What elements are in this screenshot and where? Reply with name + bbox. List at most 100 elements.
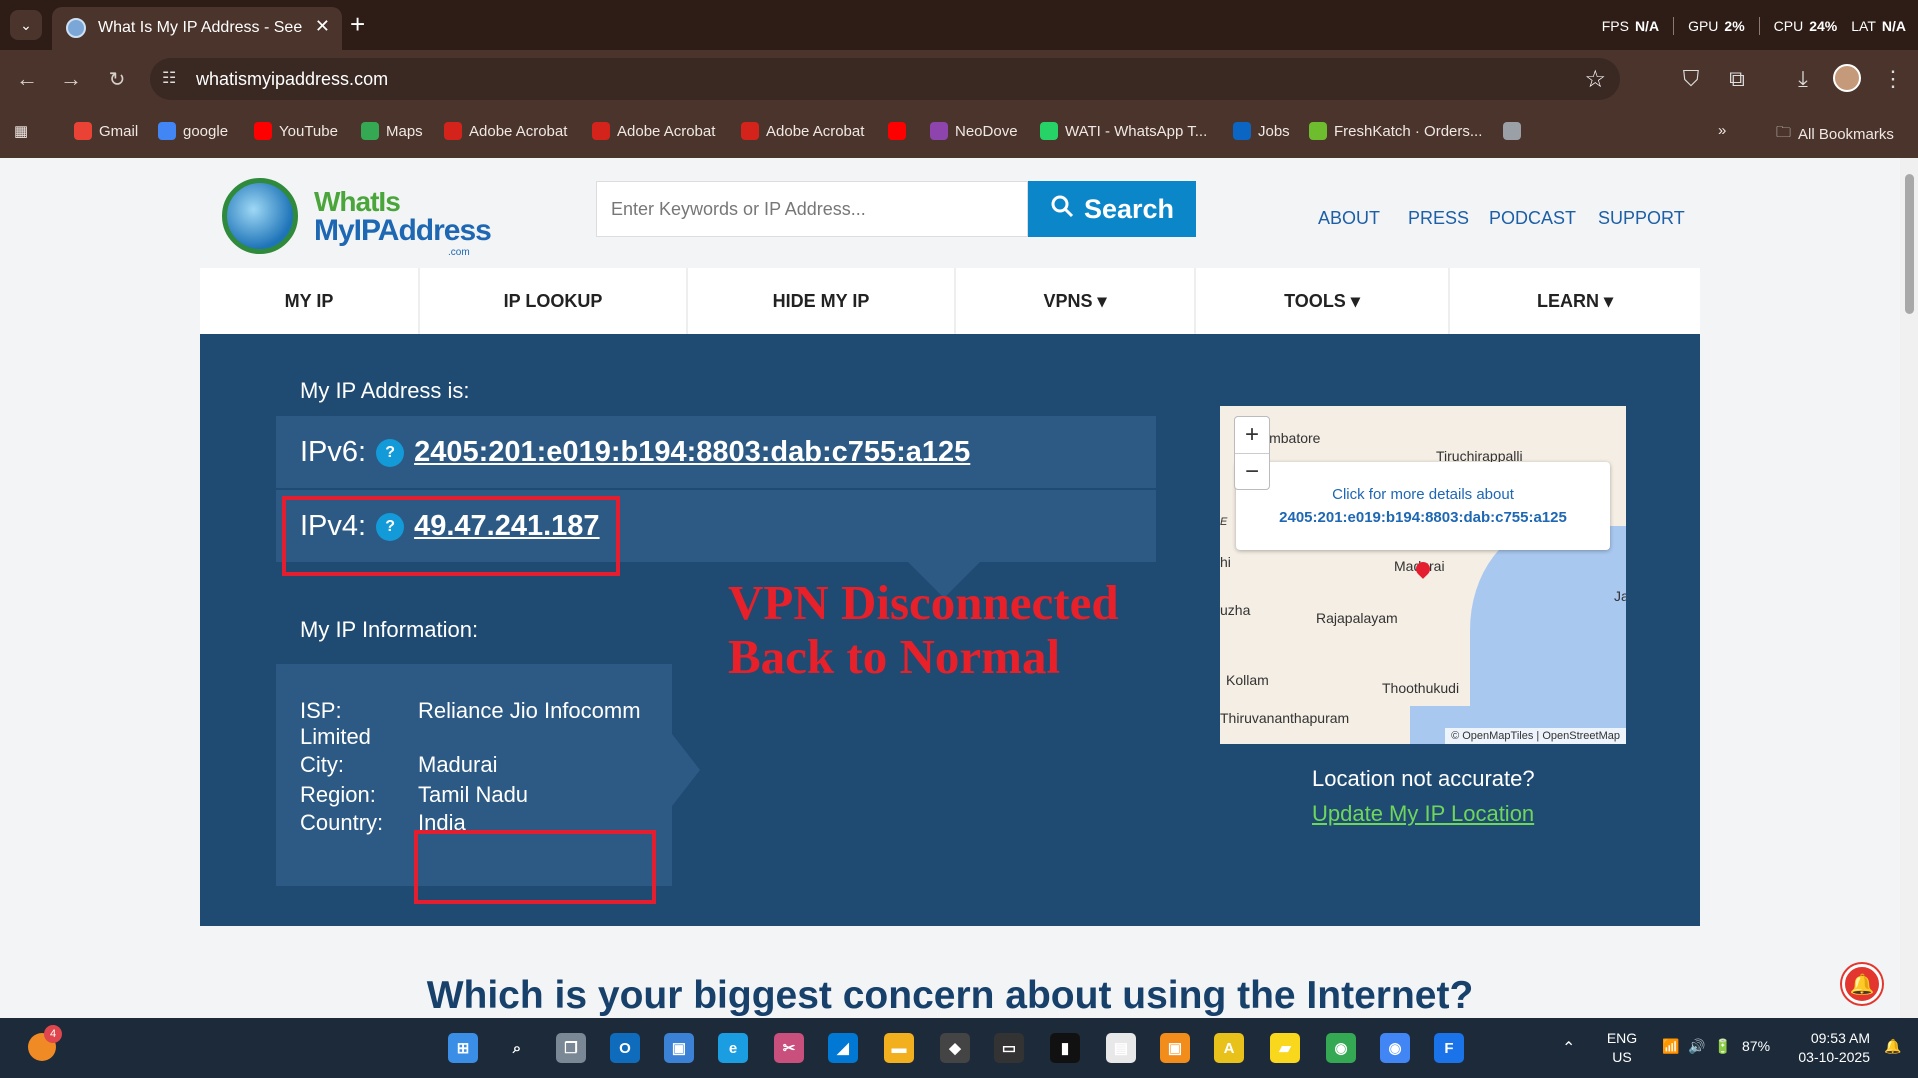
weather-widget-icon[interactable]: 4 <box>28 1025 62 1061</box>
start-icon[interactable]: ⊞ <box>448 1033 478 1063</box>
forward-button[interactable]: → <box>56 64 86 94</box>
bookmark-item[interactable]: Maps <box>361 122 423 140</box>
pdf-icon[interactable]: ▤ <box>1106 1033 1136 1063</box>
folder-icon: 🗀 <box>1776 124 1792 141</box>
top-link-press[interactable]: PRESS <box>1408 208 1469 229</box>
bookmark-item[interactable]: Adobe Acrobat <box>444 122 567 140</box>
search-button[interactable]: Search <box>1028 181 1196 237</box>
sticky-notes-icon[interactable]: ▰ <box>1270 1033 1300 1063</box>
url-text: whatismyipaddress.com <box>196 69 389 89</box>
update-location-link[interactable]: Update My IP Location <box>1312 801 1534 827</box>
bookmark-label: google <box>183 122 229 140</box>
back-button[interactable]: ← <box>12 64 42 94</box>
vmware-icon[interactable]: ▣ <box>1160 1033 1190 1063</box>
nav-item-tools[interactable]: TOOLS ▾ <box>1196 268 1450 334</box>
snipping-icon[interactable]: ✂ <box>774 1033 804 1063</box>
bookmark-item[interactable]: Adobe Acrobat <box>741 122 864 140</box>
freshkatch-icon <box>1309 122 1327 140</box>
nav-item-vpns[interactable]: VPNS ▾ <box>956 268 1196 334</box>
apps-icon[interactable]: ▦ <box>14 122 28 140</box>
bookmarks-bar: ▦ Gmail google YouTube Maps Adobe Acrobat Ado… <box>0 112 1918 152</box>
zoom-in-icon[interactable]: + <box>1235 417 1269 453</box>
top-link-about[interactable]: ABOUT <box>1318 208 1380 229</box>
page-scrollbar[interactable] <box>1900 158 1918 1018</box>
tab-search-button[interactable]: ⌄ <box>10 10 42 40</box>
close-icon[interactable]: ✕ <box>315 16 330 37</box>
maps-icon <box>361 122 379 140</box>
profile-avatar[interactable] <box>1833 64 1861 92</box>
popup-ip-link[interactable]: 2405:201:e019:b194:8803:dab:c755:a125 <box>1236 509 1610 526</box>
map-label: imbatore <box>1266 430 1321 446</box>
bookmark-item[interactable]: WATI - WhatsApp T... <box>1040 122 1207 140</box>
map-attribution[interactable]: © OpenMapTiles | OpenStreetMap <box>1445 728 1626 744</box>
bookmark-item[interactable]: NeoDove <box>930 122 1018 140</box>
unity-icon[interactable]: ◆ <box>940 1033 970 1063</box>
map-zoom-control: + − <box>1234 416 1270 490</box>
tab-active[interactable]: What Is My IP Address - See Your ✕ <box>52 7 342 50</box>
search-button-label: Search <box>1083 193 1175 224</box>
bookmark-item[interactable]: FreshKatch · Orders... <box>1309 122 1482 140</box>
search-input[interactable] <box>596 181 1028 237</box>
top-link-podcast[interactable]: PODCAST <box>1489 208 1576 229</box>
notification-center-icon[interactable]: 🔔 <box>1884 1038 1901 1055</box>
reload-button[interactable]: ↻ <box>102 64 132 94</box>
bookmark-item[interactable]: Jobs <box>1233 122 1290 140</box>
nav-item-learn[interactable]: LEARN ▾ <box>1450 268 1700 334</box>
site-info-icon[interactable]: ☷ <box>162 68 176 88</box>
extensions-icon[interactable]: ⧉ <box>1720 62 1754 96</box>
acrobat-icon <box>741 122 759 140</box>
map-popup[interactable]: Click for more details about 2405:201:e0… <box>1236 462 1610 550</box>
shield-extension-icon[interactable]: ⛉ <box>1674 62 1708 96</box>
more-bookmarks-icon[interactable]: » <box>1718 122 1726 139</box>
linkedin-icon <box>1233 122 1251 140</box>
scrollbar-thumb[interactable] <box>1905 174 1914 314</box>
cmd-icon[interactable]: ▮ <box>1050 1033 1080 1063</box>
ipv6-address-link[interactable]: 2405:201:e019:b194:8803:dab:c755:a125 <box>414 436 970 469</box>
address-bar[interactable]: ☷ whatismyipaddress.com ☆ <box>150 58 1620 100</box>
all-bookmarks[interactable]: 🗀 All Bookmarks <box>1776 122 1894 147</box>
site-logo[interactable]: WhatIs MyIPAddress .com <box>218 176 492 258</box>
nav-item-ip-lookup[interactable]: IP LOOKUP <box>420 268 688 334</box>
nav-item-hide-my-ip[interactable]: HIDE MY IP <box>688 268 956 334</box>
bookmark-item[interactable]: Gmail <box>74 122 138 140</box>
bookmark-item[interactable]: Adobe Acrobat <box>592 122 715 140</box>
location-map[interactable]: imbatore Tiruchirappalli Madurai uzha Ra… <box>1220 406 1626 744</box>
fps-value: N/A <box>1634 18 1660 34</box>
volume-icon[interactable]: 🔊 <box>1688 1038 1705 1055</box>
new-tab-button[interactable]: + <box>350 9 365 40</box>
search-icon[interactable]: ⌕ <box>502 1033 532 1063</box>
isp-value: Reliance Jio Infocomm <box>418 698 641 723</box>
search-icon <box>1050 194 1074 225</box>
help-icon[interactable]: ? <box>376 438 405 467</box>
zoom-out-icon[interactable]: − <box>1235 453 1269 489</box>
bookmark-item[interactable]: YouTube <box>254 122 338 140</box>
file-explorer-icon[interactable]: ▬ <box>884 1033 914 1063</box>
wifi-icon[interactable]: 📶 <box>1662 1038 1679 1055</box>
gmail-icon <box>74 122 92 140</box>
nav-item-my-ip[interactable]: MY IP <box>200 268 420 334</box>
battery-icon[interactable]: 🔋 <box>1714 1038 1731 1055</box>
chrome-profile-icon[interactable]: ◉ <box>1380 1033 1410 1063</box>
chrome-icon[interactable]: ◉ <box>1326 1033 1356 1063</box>
store-icon[interactable]: ▣ <box>664 1033 694 1063</box>
azure-icon[interactable]: ◢ <box>828 1033 858 1063</box>
download-icon[interactable]: ⤓ <box>1786 62 1820 96</box>
framer-icon[interactable]: F <box>1434 1033 1464 1063</box>
top-link-support[interactable]: SUPPORT <box>1598 208 1685 229</box>
bookmark-item[interactable]: google <box>158 122 228 140</box>
globe-icon <box>66 18 86 38</box>
menu-icon[interactable]: ⋮ <box>1876 62 1910 96</box>
map-label: Thoothukudi <box>1382 680 1460 696</box>
bookmark-star-icon[interactable]: ☆ <box>1584 65 1606 94</box>
edge-icon[interactable]: e <box>718 1033 748 1063</box>
clock[interactable]: 09:53 AM 03-10-2025 <box>1790 1030 1870 1065</box>
outlook-icon[interactable]: O <box>610 1033 640 1063</box>
bookmark-item[interactable] <box>1503 122 1521 140</box>
language-indicator[interactable]: ENG US <box>1602 1030 1642 1065</box>
chevron-up-icon[interactable]: ⌃ <box>1562 1038 1575 1058</box>
terminal-icon[interactable]: ▭ <box>994 1033 1024 1063</box>
task-view-icon[interactable]: ❐ <box>556 1033 586 1063</box>
font-app-icon[interactable]: A <box>1214 1033 1244 1063</box>
notification-bell-icon[interactable]: 🔔 <box>1842 964 1882 1004</box>
bookmark-item[interactable] <box>888 122 906 140</box>
